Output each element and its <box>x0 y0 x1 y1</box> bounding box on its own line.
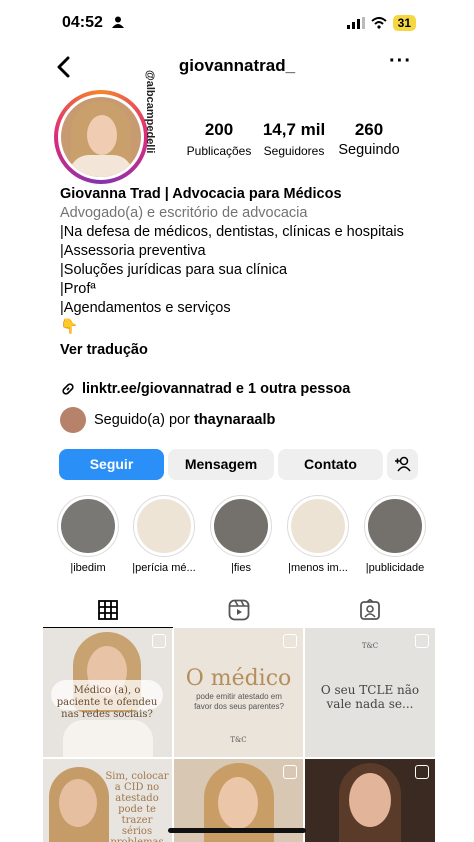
stat-followers[interactable]: 14,7 mil Seguidores <box>258 120 330 158</box>
photo-credit-overlay: @albcampedelli <box>144 70 156 154</box>
follow-button[interactable]: Seguir <box>59 449 164 480</box>
profile-header: giovannatrad_ ··· <box>0 48 474 88</box>
highlight-item[interactable]: |fies <box>206 495 276 574</box>
reel-indicator-icon <box>283 634 297 648</box>
avatar-photo <box>61 97 141 177</box>
post-thumbnail[interactable]: O médico pode emitir atestado em favor d… <box>174 628 303 757</box>
wifi-icon <box>370 17 387 29</box>
followed-by-user: thaynaraalb <box>193 412 276 428</box>
message-button[interactable]: Mensagem <box>168 449 274 480</box>
post-thumbnail[interactable]: T&C O seu TCLE não vale nada se... <box>305 628 435 757</box>
highlight-item[interactable]: |publicidade <box>360 495 430 574</box>
posts-grid: Médico (a), o paciente te ofendeu nas re… <box>43 628 435 842</box>
highlight-item[interactable]: |ibedim <box>53 495 123 574</box>
reels-icon <box>228 599 250 621</box>
bio-line: |Soluções jurídicas para sua clínica <box>60 262 288 278</box>
tagged-icon <box>360 599 380 620</box>
highlight-label: |publicidade <box>365 562 425 574</box>
profile-tabs <box>43 593 435 628</box>
home-indicator[interactable] <box>168 828 306 833</box>
highlight-cover <box>137 499 191 553</box>
stat-posts[interactable]: 200 Publicações <box>186 120 252 158</box>
post-caption-sub: pode emitir atestado em favor dos seus p… <box>194 692 284 711</box>
person-icon <box>112 16 124 28</box>
highlight-cover <box>214 499 268 553</box>
post-caption: Médico (a), o paciente te ofendeu nas re… <box>56 685 158 720</box>
reel-indicator-icon <box>415 634 429 648</box>
add-person-icon <box>395 456 411 472</box>
contact-button[interactable]: Contato <box>278 449 383 480</box>
profile-avatar[interactable] <box>54 90 148 184</box>
link-icon <box>62 383 74 395</box>
highlight-cover <box>61 499 115 553</box>
post-thumbnail[interactable] <box>305 759 435 842</box>
bio-line: |Assessoria preventiva <box>60 243 206 259</box>
see-translation-link[interactable]: Ver tradução <box>60 341 440 360</box>
stat-posts-label: Publicações <box>186 144 252 158</box>
follower-avatar <box>60 407 86 433</box>
profile-bio: Giovanna Trad | Advocacia para Médicos A… <box>60 185 440 360</box>
stat-following-label: Seguindo <box>338 142 400 158</box>
bio-line: |Profª <box>60 281 96 297</box>
followed-by-prefix: Seguido(a) por <box>94 412 190 428</box>
stat-followers-label: Seguidores <box>263 144 325 158</box>
status-time: 04:52 <box>62 14 103 31</box>
bio-link[interactable]: linktr.ee/giovannatrad e 1 outra pessoa <box>60 381 350 397</box>
bio-name: Giovanna Trad | Advocacia para Médicos <box>60 186 342 202</box>
tab-posts-grid[interactable] <box>43 593 173 628</box>
stat-posts-value: 200 <box>204 120 234 139</box>
bio-line: |Na defesa de médicos, dentistas, clínic… <box>60 224 404 240</box>
highlight-label: |ibedim <box>70 562 106 574</box>
reel-indicator-icon <box>415 765 429 779</box>
tab-tagged[interactable] <box>305 593 435 627</box>
post-thumbnail[interactable]: Médico (a), o paciente te ofendeu nas re… <box>43 628 172 757</box>
highlight-label: |perícia mé... <box>132 562 196 574</box>
suggested-accounts-button[interactable] <box>387 449 418 480</box>
reel-indicator-icon <box>283 765 297 779</box>
reel-indicator-icon <box>152 634 166 648</box>
highlight-label: |fies <box>231 562 251 574</box>
post-caption: O seu TCLE não vale nada se... <box>320 683 420 711</box>
stat-following-value: 260 <box>354 120 384 139</box>
highlight-item[interactable]: |menos im... <box>283 495 353 574</box>
stat-following[interactable]: 260 Seguindo <box>334 120 404 158</box>
post-caption-main: O médico <box>185 666 292 691</box>
more-options-icon[interactable]: ··· <box>389 50 412 73</box>
stat-followers-value: 14,7 mil <box>262 120 326 139</box>
bio-category[interactable]: Advogado(a) e escritório de advocacia <box>60 204 440 223</box>
highlight-cover <box>291 499 345 553</box>
grid-icon <box>98 600 118 620</box>
tab-reels[interactable] <box>174 593 304 627</box>
highlight-item[interactable]: |perícia mé... <box>129 495 199 574</box>
bio-link-text: linktr.ee/giovannatrad e 1 outra pessoa <box>82 381 351 397</box>
status-bar: 04:52 31 <box>0 0 474 46</box>
post-brand: T&C <box>230 736 247 744</box>
bio-line: |Agendamentos e serviços <box>60 300 231 316</box>
pointing-down-icon: 👇 <box>60 319 79 335</box>
post-thumbnail[interactable]: Sim, colocar a CID no atestado pode te t… <box>43 759 172 842</box>
highlight-cover <box>368 499 422 553</box>
signal-icon <box>346 17 365 29</box>
highlight-label: |menos im... <box>288 562 348 574</box>
status-icons: 31 <box>346 15 416 31</box>
battery-indicator: 31 <box>392 15 416 31</box>
post-caption: Sim, colocar a CID no atestado pode te t… <box>105 771 169 842</box>
followed-by[interactable]: Seguido(a) por thaynaraalb <box>60 407 275 433</box>
